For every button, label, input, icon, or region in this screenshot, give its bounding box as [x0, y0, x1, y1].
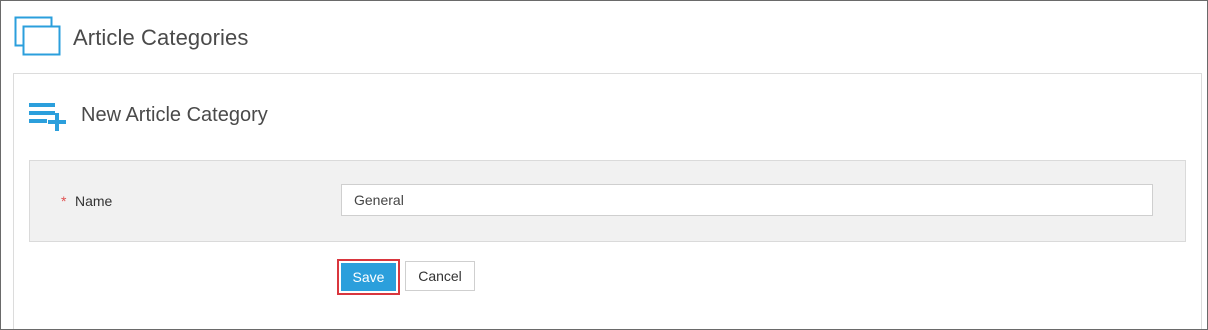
- cancel-button[interactable]: Cancel: [405, 261, 475, 291]
- card-title: New Article Category: [81, 104, 268, 126]
- page-header: [14, 16, 62, 58]
- required-marker: *: [61, 193, 67, 209]
- new-category-card: New Article Category * Name Save Cancel: [13, 73, 1202, 329]
- list-add-icon: [29, 103, 73, 133]
- save-button[interactable]: Save: [341, 263, 396, 291]
- save-button-highlight: Save: [337, 259, 400, 295]
- name-input[interactable]: [341, 184, 1153, 216]
- windows-stack-icon: [14, 16, 62, 58]
- page-title: Article Categories: [73, 25, 249, 50]
- form-panel: * Name: [29, 160, 1186, 242]
- app-window: Article Categories New Article Category …: [0, 0, 1208, 330]
- name-label: Name: [75, 193, 113, 209]
